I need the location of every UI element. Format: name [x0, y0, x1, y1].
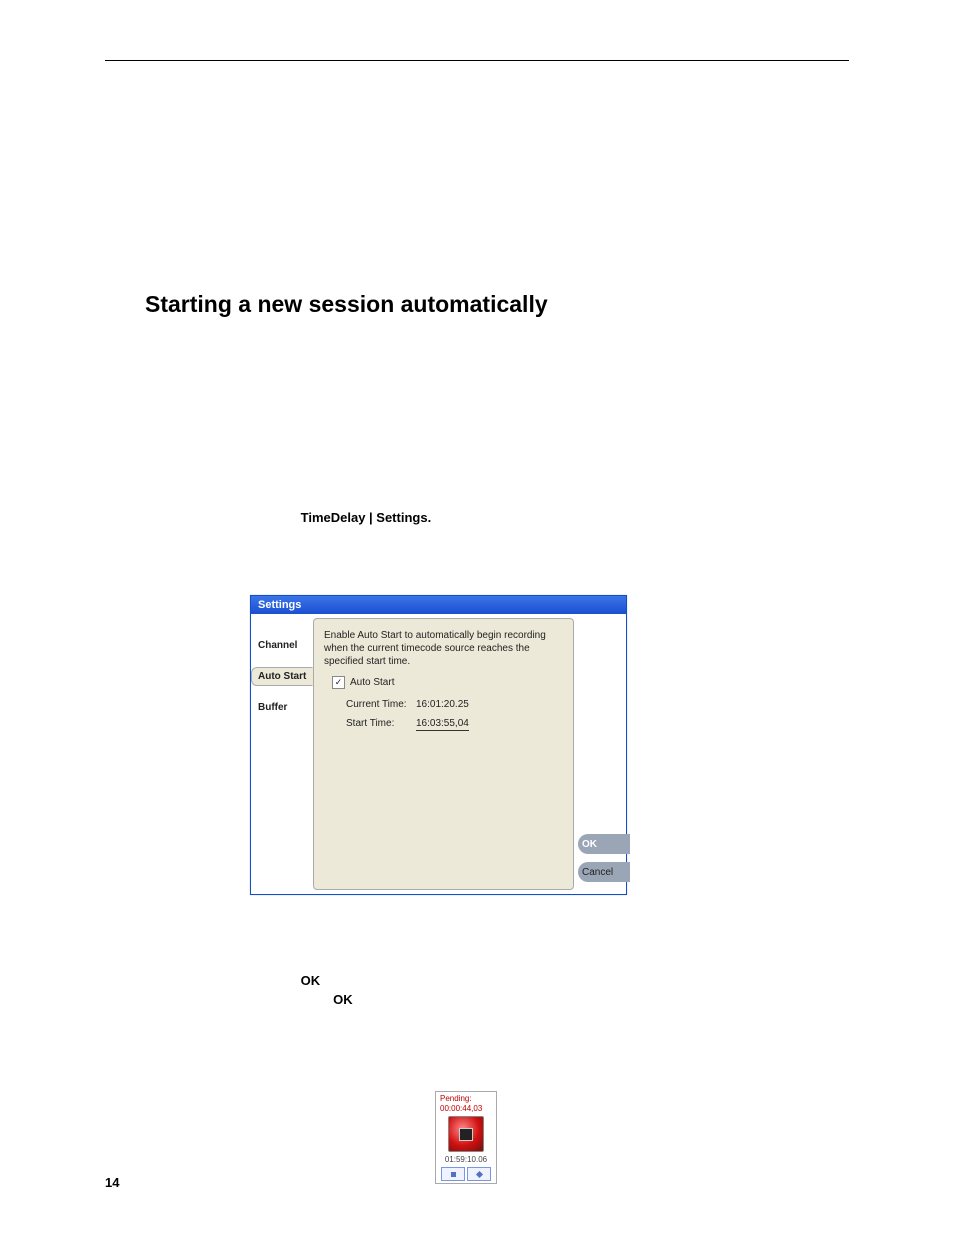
- menu-path: TimeDelay | Settings.: [301, 510, 432, 525]
- settings-tabs: Channel Auto Start Buffer: [251, 614, 313, 894]
- ok-text-1: OK: [301, 973, 321, 988]
- start-time-label: Start Time:: [346, 718, 416, 729]
- settings-dialog: Settings Channel Auto Start Buffer Enabl…: [250, 595, 627, 895]
- intro-paragraph: xxxxxxxxxxxxxxxxxxxxxxxxxxxxxxxxxxxxxxxx…: [245, 418, 849, 545]
- page-number: 14: [105, 1175, 119, 1190]
- cancel-button[interactable]: Cancel: [578, 862, 630, 882]
- page-heading: Starting a new session automatically: [145, 291, 849, 318]
- stop-icon: [451, 1172, 456, 1177]
- dialog-title: Settings: [251, 596, 626, 614]
- tab-auto-start[interactable]: Auto Start: [251, 667, 313, 686]
- auto-start-checkbox[interactable]: ✓: [332, 676, 345, 689]
- tab-buffer[interactable]: Buffer: [251, 698, 313, 717]
- step-paragraph-1: xxxxxxxxxxxxxxxxxxxxxxxxxxxxxxxxxxxxxxxx…: [245, 915, 819, 1066]
- auto-start-description: Enable Auto Start to automatically begin…: [324, 629, 563, 668]
- pending-label: Pending:: [440, 1094, 472, 1103]
- auto-start-panel: Enable Auto Start to automatically begin…: [313, 618, 574, 890]
- tab-channel[interactable]: Channel: [251, 636, 313, 655]
- current-time-value: 16:01:20.25: [416, 699, 469, 710]
- elapsed-time: 01:59:10.06: [438, 1155, 494, 1164]
- start-time-input[interactable]: 16:03:55,04: [416, 718, 469, 731]
- save-icon: [459, 1128, 473, 1141]
- ok-button[interactable]: OK: [578, 834, 630, 854]
- record-pending-panel: Pending: 00:00:44,03 01:59:10.06: [435, 1091, 497, 1184]
- diamond-icon: [475, 1171, 482, 1178]
- ok-text-2: OK: [333, 992, 353, 1007]
- marker-button[interactable]: [467, 1167, 491, 1181]
- record-button[interactable]: [448, 1116, 484, 1152]
- stop-button[interactable]: [441, 1167, 465, 1181]
- header-rule: [105, 60, 849, 61]
- pending-countdown: 00:00:44,03: [440, 1104, 482, 1113]
- auto-start-checkbox-label: Auto Start: [350, 677, 394, 688]
- current-time-label: Current Time:: [346, 699, 416, 710]
